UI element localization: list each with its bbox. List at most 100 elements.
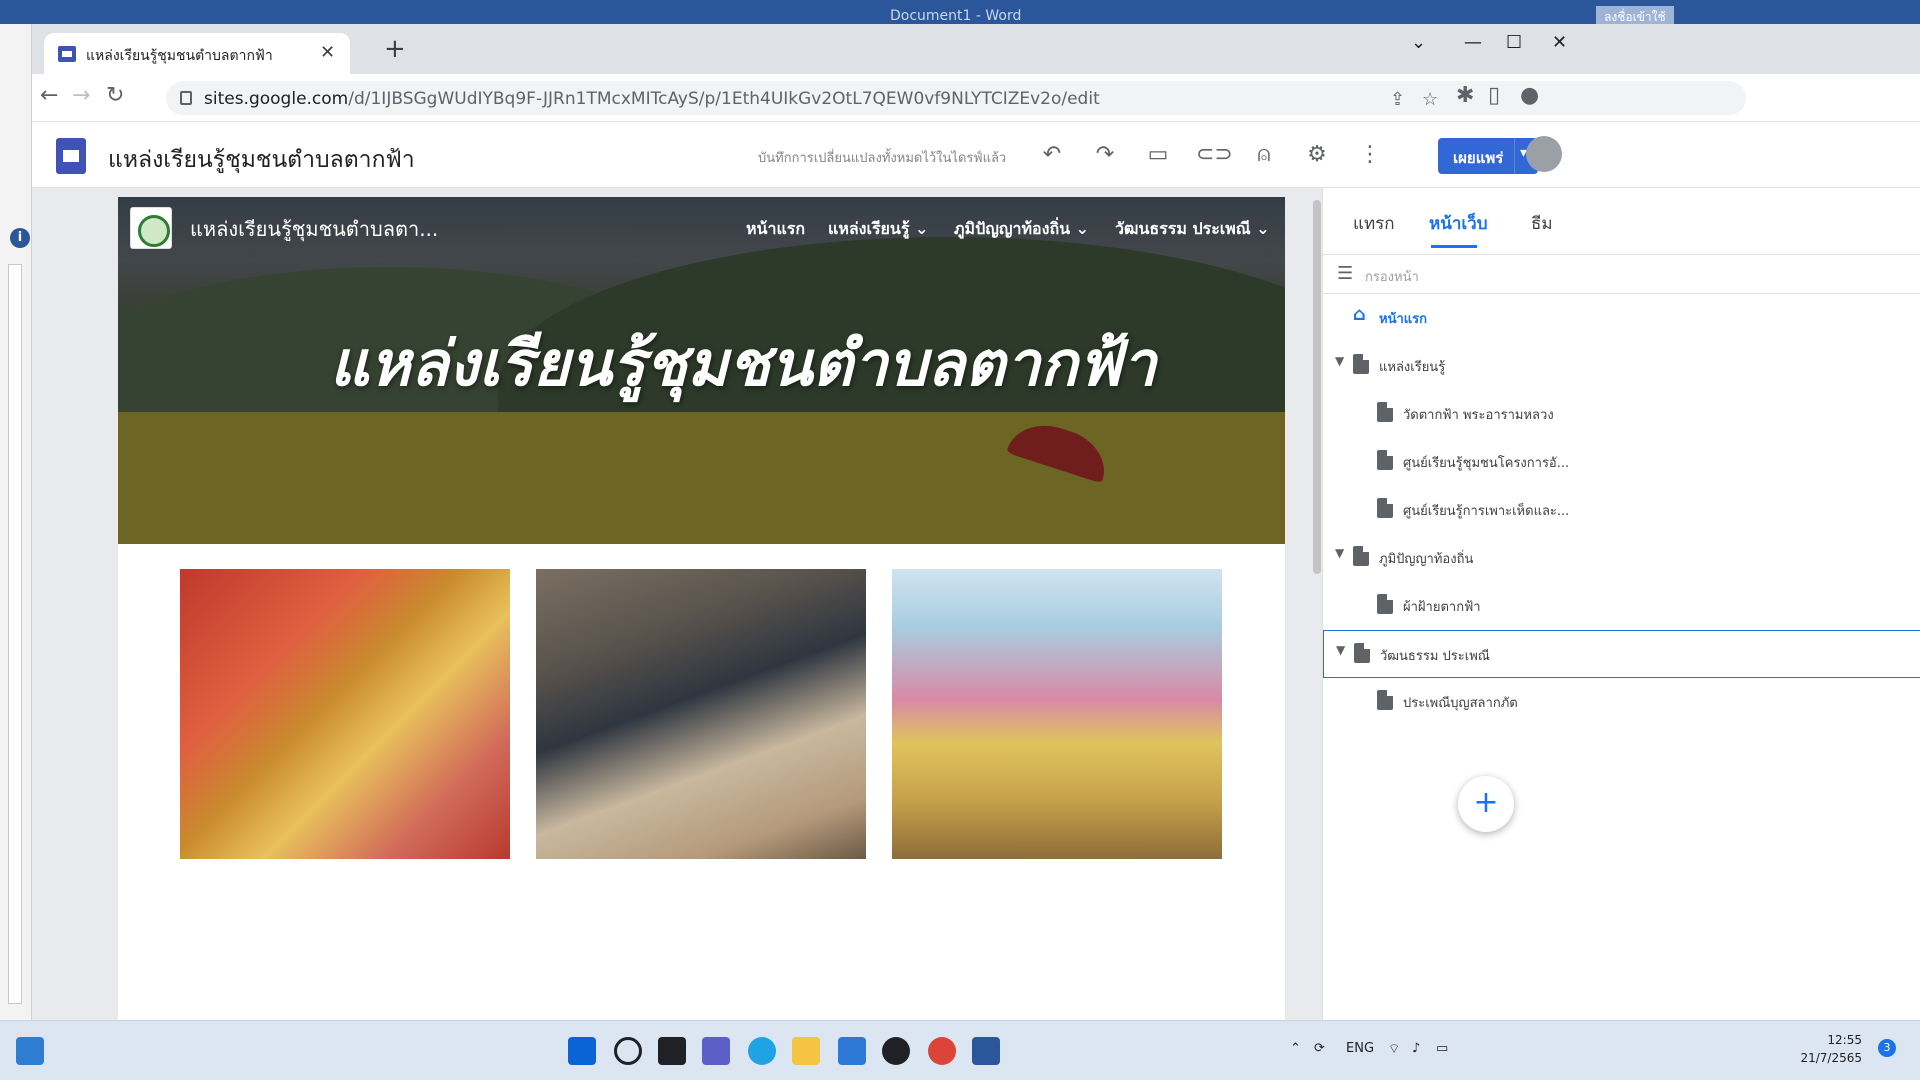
- page-item-label: ศูนย์เรียนรู้ชุมชนโครงการอั...: [1403, 456, 1570, 471]
- show-hidden-icons-icon[interactable]: ⌃: [1290, 1041, 1301, 1056]
- side-panel-icon[interactable]: ▯: [1488, 84, 1500, 108]
- canvas-scrollbar[interactable]: [1313, 200, 1321, 574]
- lock-icon: [180, 91, 192, 105]
- start-icon[interactable]: [568, 1037, 596, 1065]
- undo-icon[interactable]: ↶: [1037, 142, 1067, 168]
- page-item-label: ศูนย์เรียนรู้การเพาะเห็ดและ...: [1403, 504, 1570, 519]
- page-item[interactable]: ประเพณีบุญสลากภัต: [1323, 678, 1920, 726]
- tab-title: แหล่งเรียนรู้ชุมชนตำบลตากฟ้า: [86, 48, 273, 64]
- copy-link-icon[interactable]: ⊂⊃: [1196, 142, 1233, 168]
- widgets-icon[interactable]: [16, 1037, 44, 1065]
- site-title[interactable]: แหล่งเรียนรู้ชุมชนตำบลตากฟ้า: [108, 142, 415, 178]
- battery-icon[interactable]: ▭: [1436, 1041, 1448, 1056]
- word-icon[interactable]: [972, 1037, 1000, 1065]
- file-explorer-icon[interactable]: [792, 1037, 820, 1065]
- teams-chat-icon[interactable]: [702, 1037, 730, 1065]
- active-tab-indicator: [1431, 245, 1477, 248]
- language-indicator[interactable]: ENG: [1346, 1041, 1374, 1056]
- vertical-ruler: [8, 264, 22, 1004]
- new-tab-icon[interactable]: +: [384, 36, 406, 62]
- sites-favicon-icon: [58, 46, 76, 62]
- clock[interactable]: 12:55 21/7/2565: [1800, 1031, 1862, 1067]
- forward-icon[interactable]: →: [72, 84, 90, 108]
- bookmark-star-icon[interactable]: ☆: [1422, 89, 1438, 110]
- task-view-icon[interactable]: [658, 1037, 686, 1065]
- back-icon[interactable]: ←: [40, 84, 58, 108]
- wifi-icon[interactable]: ⌔: [1388, 1041, 1400, 1057]
- expand-caret-icon[interactable]: ▼: [1335, 354, 1344, 368]
- extensions-icon[interactable]: ✱: [1456, 84, 1474, 108]
- reload-icon[interactable]: ↻: [106, 84, 124, 108]
- page-item[interactable]: ศูนย์เรียนรู้การเพาะเห็ดและ...: [1323, 486, 1920, 534]
- site-logo-image[interactable]: [130, 207, 172, 249]
- url-text[interactable]: sites.google.com/d/1IJBSGgWUdIYBq9F-JJRn…: [204, 89, 1100, 109]
- browser-window: แหล่งเรียนรู้ชุมชนตำบลตากฟ้า ✕ + ⌄ — ☐ ✕…: [32, 24, 1920, 1020]
- page-item-home[interactable]: ⌂ หน้าแรก: [1323, 294, 1920, 342]
- page-item-label: แหล่งเรียนรู้: [1379, 360, 1446, 375]
- merit-ceremony-photo[interactable]: [892, 569, 1222, 859]
- word-title: Document1 - Word: [890, 8, 1022, 24]
- browser-toolbar: ← → ↻ sites.google.com/d/1IJBSGgWUdIYBq9…: [32, 74, 1920, 122]
- close-window-icon[interactable]: ✕: [1552, 32, 1567, 53]
- clock-date: 21/7/2565: [1800, 1051, 1862, 1065]
- nav-culture-tradition[interactable]: วัฒนธรรม ประเพณี ⌄: [1115, 217, 1270, 242]
- nav-home[interactable]: หน้าแรก: [746, 217, 805, 242]
- page-item[interactable]: วัดตากฟ้า พระอารามหลวง: [1323, 390, 1920, 438]
- sites-logo-icon[interactable]: [56, 138, 86, 174]
- more-options-icon[interactable]: ⋮: [1355, 142, 1385, 168]
- word-title-bar: Document1 - Word ลงชื่อเข้าใช้: [0, 0, 1920, 29]
- page-item[interactable]: ศูนย์เรียนรู้ชุมชนโครงการอั...: [1323, 438, 1920, 486]
- header-banner[interactable]: แหล่งเรียนรู้ชุมชนตำบลตา... หน้าแรก แหล่…: [118, 197, 1285, 544]
- redo-icon[interactable]: ↷: [1090, 142, 1120, 168]
- expand-caret-icon[interactable]: ▼: [1336, 643, 1345, 657]
- clock-time: 12:55: [1827, 1033, 1862, 1047]
- preview-devices-icon[interactable]: ▭: [1143, 142, 1173, 168]
- side-panel: แทรก หน้าเว็บ ธีม ☰ กรองหน้า ⌂ หน้าแรก ▼ แห…: [1322, 188, 1920, 1020]
- sync-icon[interactable]: ⟳: [1314, 1041, 1325, 1056]
- mushroom-farm-photo[interactable]: [536, 569, 866, 859]
- page-item[interactable]: ผ้าฝ้ายตากฟ้า: [1323, 582, 1920, 630]
- dell-icon[interactable]: [882, 1037, 910, 1065]
- tab-insert[interactable]: แทรก: [1353, 210, 1395, 237]
- sites-header: แหล่งเรียนรู้ชุมชนตำบลตากฟ้า บันทึกการเป…: [32, 122, 1920, 188]
- filter-pages-input[interactable]: ☰ กรองหน้า: [1323, 254, 1920, 294]
- search-icon[interactable]: [614, 1037, 642, 1065]
- publish-button[interactable]: เผยแพร่ ▾: [1438, 138, 1538, 174]
- address-bar[interactable]: sites.google.com/d/1IJBSGgWUdIYBq9F-JJRn…: [166, 81, 1746, 115]
- close-tab-icon[interactable]: ✕: [320, 42, 335, 63]
- temple-photo[interactable]: [180, 569, 510, 859]
- notification-badge[interactable]: 3: [1878, 1039, 1896, 1057]
- tab-themes[interactable]: ธีม: [1531, 210, 1553, 237]
- add-page-button[interactable]: +: [1458, 776, 1514, 832]
- home-icon: ⌂: [1353, 304, 1366, 325]
- settings-gear-icon[interactable]: ⚙: [1302, 142, 1332, 168]
- edge-icon[interactable]: [748, 1037, 776, 1065]
- nav-local-wisdom[interactable]: ภูมิปัญญาท้องถิ่น ⌄: [954, 217, 1089, 242]
- page-icon: [1353, 546, 1369, 566]
- expand-caret-icon[interactable]: ▼: [1335, 546, 1344, 560]
- share-with-others-icon[interactable]: ⍝: [1249, 142, 1279, 168]
- taskbar: ⌃ ⟳ ENG ⌔ ♪ ▭ 12:55 21/7/2565 3: [0, 1020, 1920, 1080]
- page-icon: [1377, 498, 1393, 518]
- mail-icon[interactable]: [838, 1037, 866, 1065]
- share-icon[interactable]: ⇪: [1390, 89, 1405, 110]
- nav-learning-sources[interactable]: แหล่งเรียนรู้ ⌄: [828, 217, 928, 242]
- site-name[interactable]: แหล่งเรียนรู้ชุมชนตำบลตา...: [190, 213, 438, 245]
- maximize-icon[interactable]: ☐: [1506, 32, 1522, 53]
- chrome-icon[interactable]: [928, 1037, 956, 1065]
- word-left-edge: i: [0, 24, 32, 1020]
- minimize-icon[interactable]: —: [1464, 32, 1482, 53]
- tab-strip: แหล่งเรียนรู้ชุมชนตำบลตากฟ้า ✕ + ⌄ — ☐ ✕: [32, 24, 1920, 74]
- hero-title[interactable]: แหล่งเรียนรู้ชุมชนตำบลตากฟ้า: [118, 315, 1285, 413]
- page-item[interactable]: ▼ แหล่งเรียนรู้: [1323, 342, 1920, 390]
- page-item[interactable]: ▼ วัฒนธรรม ประเพณี: [1323, 630, 1920, 678]
- tab-search-icon[interactable]: ⌄: [1411, 32, 1426, 53]
- page-item[interactable]: ▼ ภูมิปัญญาท้องถิ่น: [1323, 534, 1920, 582]
- profile-icon[interactable]: ●: [1520, 84, 1539, 108]
- page-icon: [1354, 643, 1370, 663]
- browser-tab[interactable]: แหล่งเรียนรู้ชุมชนตำบลตากฟ้า ✕: [44, 33, 350, 74]
- page-icon: [1377, 402, 1393, 422]
- account-avatar[interactable]: [1526, 136, 1562, 172]
- tab-pages[interactable]: หน้าเว็บ: [1429, 210, 1488, 237]
- volume-icon[interactable]: ♪: [1412, 1041, 1420, 1056]
